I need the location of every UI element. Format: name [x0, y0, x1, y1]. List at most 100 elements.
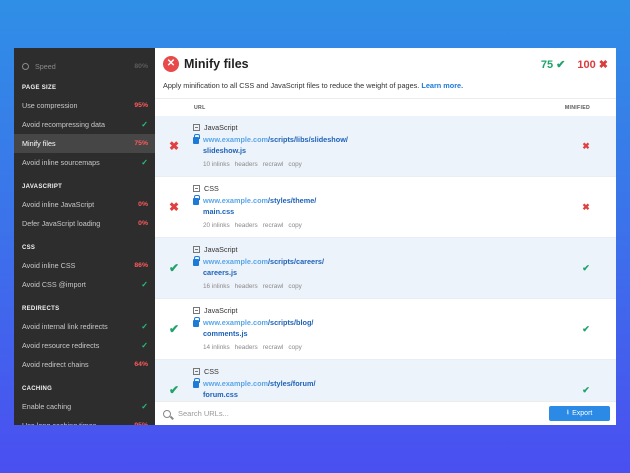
headers-link[interactable]: headers — [235, 222, 258, 229]
fail-circle-icon: ✕ — [163, 56, 179, 72]
sidebar-section-header: CACHING — [22, 386, 53, 392]
sidebar-section-header: JAVASCRIPT — [22, 184, 63, 190]
file-icon — [193, 185, 200, 192]
file-type: JavaScript — [204, 245, 238, 254]
sidebar-item-avoid-internal-link-redirects[interactable]: Avoid internal link redirects ✓ — [14, 317, 155, 336]
sidebar-section-header: CSS — [22, 245, 36, 251]
table-row[interactable]: ✖ JavaScript www.example.com/scripts/lib… — [155, 116, 616, 177]
sidebar-item-avoid-resource-redirects[interactable]: Avoid resource redirects ✓ — [14, 336, 155, 355]
export-button[interactable]: ⭳ Export — [549, 406, 610, 421]
url-link[interactable]: www.example.com/styles/theme/main.css — [203, 196, 316, 217]
table-row[interactable]: ✖ CSS www.example.com/styles/theme/main.… — [155, 177, 616, 238]
lock-icon — [193, 256, 200, 266]
sidebar-item-enable-caching[interactable]: Enable caching ✓ — [14, 397, 155, 416]
copy-link[interactable]: copy — [288, 344, 302, 351]
sidebar-check-icon: ✓ — [141, 322, 148, 331]
sidebar-item-label: Enable caching — [22, 402, 72, 411]
inlinks-link[interactable]: 16 inlinks — [203, 283, 230, 290]
sidebar-check-icon: ✓ — [141, 158, 148, 167]
header: ✕ Minify files 75 ✔ 100 ✖ Apply minifica… — [155, 48, 616, 99]
recrawl-link[interactable]: recrawl — [263, 222, 284, 229]
column-header-url[interactable]: URL — [194, 105, 206, 111]
footer-bar: ⭳ Export — [155, 401, 616, 425]
headers-link[interactable]: headers — [235, 161, 258, 168]
sidebar-check-icon: ✓ — [141, 341, 148, 350]
sidebar-item-label: Use compression — [22, 101, 78, 110]
sidebar-item-label: Speed — [35, 62, 56, 71]
sidebar-item-avoid-recompressing-data[interactable]: Avoid recompressing data ✓ — [14, 115, 155, 134]
url-link[interactable]: www.example.com/scripts/blog/comments.js — [203, 318, 313, 339]
copy-link[interactable]: copy — [288, 222, 302, 229]
speed-icon — [22, 63, 29, 70]
sidebar-item-value: 80% — [134, 63, 148, 70]
sidebar-item-score: 0% — [138, 201, 148, 208]
sidebar-item-score: 95% — [134, 102, 148, 109]
recrawl-link[interactable]: recrawl — [263, 344, 284, 351]
sidebar-item-avoid-inline-css[interactable]: Avoid inline CSS 86% — [14, 256, 155, 275]
sidebar-item-label: Avoid resource redirects — [22, 341, 100, 350]
cross-icon: ✖ — [598, 58, 608, 71]
minified-cross-icon: ✖ — [582, 201, 590, 212]
url-link[interactable]: www.example.com/scripts/careers/careers.… — [203, 257, 324, 278]
minified-cross-icon: ✖ — [582, 140, 590, 151]
column-header-minified[interactable]: MINIFIED — [565, 105, 590, 111]
sidebar-item-avoid-inline-javascript[interactable]: Avoid inline JavaScript 0% — [14, 195, 155, 214]
sidebar-check-icon: ✓ — [141, 280, 148, 289]
inlinks-link[interactable]: 10 inlinks — [203, 161, 230, 168]
file-type: JavaScript — [204, 123, 238, 132]
score-bad: 100 ✖ — [577, 58, 608, 71]
sidebar-item-avoid-css-import[interactable]: Avoid CSS @import ✓ — [14, 275, 155, 294]
sidebar-item-label: Avoid internal link redirects — [22, 322, 108, 331]
table-header: URL MINIFIED — [155, 99, 616, 116]
table-row[interactable]: ✔ JavaScript www.example.com/scripts/car… — [155, 238, 616, 299]
url-link[interactable]: www.example.com/styles/forum/forum.css — [203, 379, 315, 400]
copy-link[interactable]: copy — [288, 283, 302, 290]
check-icon: ✔ — [556, 58, 566, 71]
sidebar-item-speed[interactable]: Speed 80% — [14, 57, 155, 76]
sidebar-section-header: PAGE SIZE — [22, 85, 57, 91]
main-panel: ✕ Minify files 75 ✔ 100 ✖ Apply minifica… — [155, 48, 616, 425]
sidebar-check-icon: ✓ — [141, 120, 148, 129]
lock-icon — [193, 195, 200, 205]
sidebar-item-label: Avoid inline CSS — [22, 261, 76, 270]
lock-icon — [193, 134, 200, 144]
sidebar-section-header: REDIRECTS — [22, 306, 60, 312]
url-link[interactable]: www.example.com/scripts/libs/slideshow/s… — [203, 135, 348, 156]
table-row[interactable]: ✔ JavaScript www.example.com/scripts/blo… — [155, 299, 616, 360]
sidebar-item-label: Avoid redirect chains — [22, 360, 89, 369]
sidebar-item-score: 86% — [134, 262, 148, 269]
file-icon — [193, 307, 200, 314]
copy-link[interactable]: copy — [288, 161, 302, 168]
recrawl-link[interactable]: recrawl — [263, 283, 284, 290]
sidebar-item-defer-javascript-loading[interactable]: Defer JavaScript loading 0% — [14, 214, 155, 233]
sidebar-item-avoid-inline-sourcemaps[interactable]: Avoid inline sourcemaps ✓ — [14, 153, 155, 172]
lock-icon — [193, 317, 200, 327]
score-summary: 75 ✔ 100 ✖ — [541, 58, 608, 71]
sidebar-item-minify-files[interactable]: Minify files 75% — [14, 134, 155, 153]
recrawl-link[interactable]: recrawl — [263, 161, 284, 168]
lock-icon — [193, 378, 200, 388]
table-row[interactable]: ✔ CSS www.example.com/styles/forum/forum… — [155, 360, 616, 401]
search-icon — [163, 409, 171, 418]
sidebar-item-score: 95% — [134, 422, 148, 425]
status-cross-icon: ✖ — [168, 200, 180, 214]
sidebar-item-avoid-redirect-chains[interactable]: Avoid redirect chains 64% — [14, 355, 155, 374]
status-cross-icon: ✖ — [168, 139, 180, 153]
headers-link[interactable]: headers — [235, 283, 258, 290]
minified-check-icon: ✔ — [582, 262, 590, 273]
file-type: CSS — [204, 367, 219, 376]
sidebar-item-score: 0% — [138, 220, 148, 227]
file-icon — [193, 246, 200, 253]
inlinks-link[interactable]: 20 inlinks — [203, 222, 230, 229]
sidebar-check-icon: ✓ — [141, 402, 148, 411]
file-type: JavaScript — [204, 306, 238, 315]
inlinks-link[interactable]: 14 inlinks — [203, 344, 230, 351]
url-table: ✖ JavaScript www.example.com/scripts/lib… — [155, 116, 616, 401]
sidebar-item-use-long-caching-times[interactable]: Use long caching times 95% — [14, 416, 155, 425]
sidebar-item-label: Use long caching times — [22, 421, 96, 425]
headers-link[interactable]: headers — [235, 344, 258, 351]
page-title: Minify files — [184, 57, 249, 71]
learn-more-link[interactable]: Learn more. — [421, 81, 463, 90]
sidebar-item-use-compression[interactable]: Use compression 95% — [14, 96, 155, 115]
search-input[interactable] — [178, 409, 478, 418]
